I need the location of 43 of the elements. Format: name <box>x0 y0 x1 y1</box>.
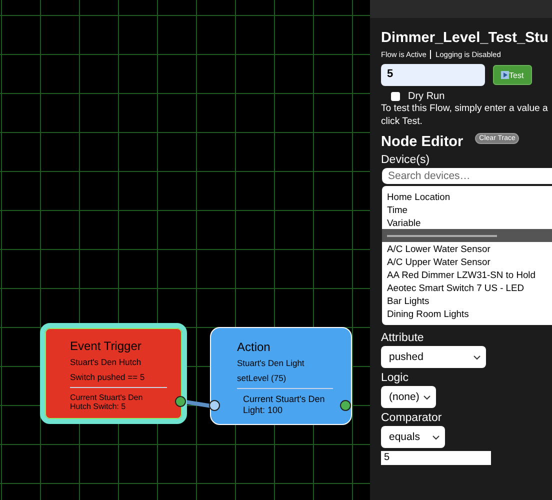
flow-title: Dimmer_Level_Test_Stu <box>381 29 550 48</box>
node-status: Current Stuart's Den Hutch Switch: 5 <box>70 393 144 411</box>
play-icon <box>501 71 509 79</box>
node-text: Stuart's Den Hutch <box>70 357 142 367</box>
field-label: Comparator <box>381 411 443 426</box>
device-option[interactable]: Home Location <box>382 190 552 203</box>
field-label: Attribute <box>381 331 425 346</box>
device-option[interactable]: A/C Lower Water Sensor <box>382 242 552 255</box>
help-text: To test this Flow, simply enter a value a <box>381 102 549 115</box>
connector-line <box>186 400 212 408</box>
separator-option[interactable] <box>382 229 552 242</box>
field-label: Device(s) <box>381 153 431 168</box>
dropdown[interactable]: equals <box>381 426 445 448</box>
test-value-field[interactable]: 5 <box>381 64 485 86</box>
device-option[interactable]: Aeotec Smart Switch 7 US - LED <box>382 281 552 294</box>
device-option[interactable]: Variable <box>382 216 552 229</box>
node-title: Event Trigger <box>70 339 142 353</box>
chevron-icon <box>473 354 481 360</box>
chevron-icon <box>423 394 431 400</box>
node-text: Switch pushed == 5 <box>70 372 146 382</box>
input-port[interactable] <box>209 400 220 411</box>
node-text: Stuart's Den Light <box>237 358 306 368</box>
device-option[interactable]: Time <box>382 203 552 216</box>
device-list[interactable]: Home Location Time Variable A/C Lower Water Sensor A/C Upper Water Sensor AA Red Dimmer LZW31-SN to Hold Aeotec Smart Switch 7 US - LED Bar Lights Dining Room Lights <box>382 186 552 325</box>
dropdown[interactable]: (none) <box>381 386 436 408</box>
dry-run-label: Dry Run <box>408 91 445 102</box>
search-field[interactable]: Search devices… <box>382 168 552 184</box>
help-text: click Test. <box>381 115 424 128</box>
trigger-node[interactable]: Event Trigger Stuart's Den Hutch Switch pushed == 5 Current Stuart's Den Hutch Switch: 5 <box>40 323 187 424</box>
node-title: Action <box>237 340 272 354</box>
chevron-icon <box>432 434 440 440</box>
value-field[interactable]: 5 <box>381 451 491 465</box>
device-option[interactable]: Bar Lights <box>382 294 552 307</box>
node-text: setLevel (75) <box>237 373 288 383</box>
dry-run-checkbox[interactable] <box>391 92 400 101</box>
action-node[interactable]: Action Stuart's Den Light setLevel (75) Current Stuart's Den Light: 100 <box>210 327 352 425</box>
field-label: Logic <box>381 371 410 386</box>
device-option[interactable]: A/C Upper Water Sensor <box>382 255 552 268</box>
dropdown[interactable]: pushed <box>381 346 486 368</box>
node-status: Current Stuart's Den Light: 100 <box>242 394 326 416</box>
device-option[interactable]: Dining Room Lights <box>382 307 552 320</box>
section-title: Node Editor <box>381 134 464 150</box>
device-option[interactable]: AA Red Dimmer LZW31-SN to Hold <box>382 268 552 281</box>
